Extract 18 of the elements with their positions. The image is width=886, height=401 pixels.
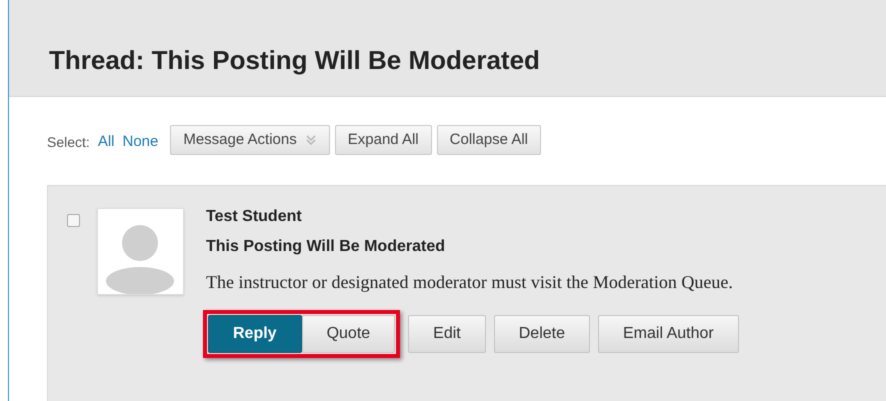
reply-button[interactable]: Reply [208,315,302,353]
post-checkbox[interactable] [67,214,80,227]
post-body: The instructor or designated moderator must visit the Moderation Queue. [206,271,734,294]
post-subject: This Posting Will Be Moderated [206,237,446,257]
action-button[interactable]: Quote [302,315,396,353]
toolbar-button[interactable]: Collapse All [436,125,542,155]
toolbar-button[interactable]: Expand All [334,125,432,155]
select-link[interactable]: None [122,130,158,153]
action-button[interactable]: Delete [494,315,590,353]
action-button[interactable]: Email Author [598,315,739,353]
action-button[interactable]: Edit [408,315,486,353]
dropdown-button[interactable]: Message Actions [170,125,330,155]
select-label: Select: [47,133,90,152]
select-link[interactable]: All [98,130,114,153]
chevron-down-icon [304,134,317,146]
thread-title: Thread: This Posting Will Be Moderated [49,44,540,76]
avatar-icon [97,208,184,295]
author-name: Test Student [206,207,303,227]
